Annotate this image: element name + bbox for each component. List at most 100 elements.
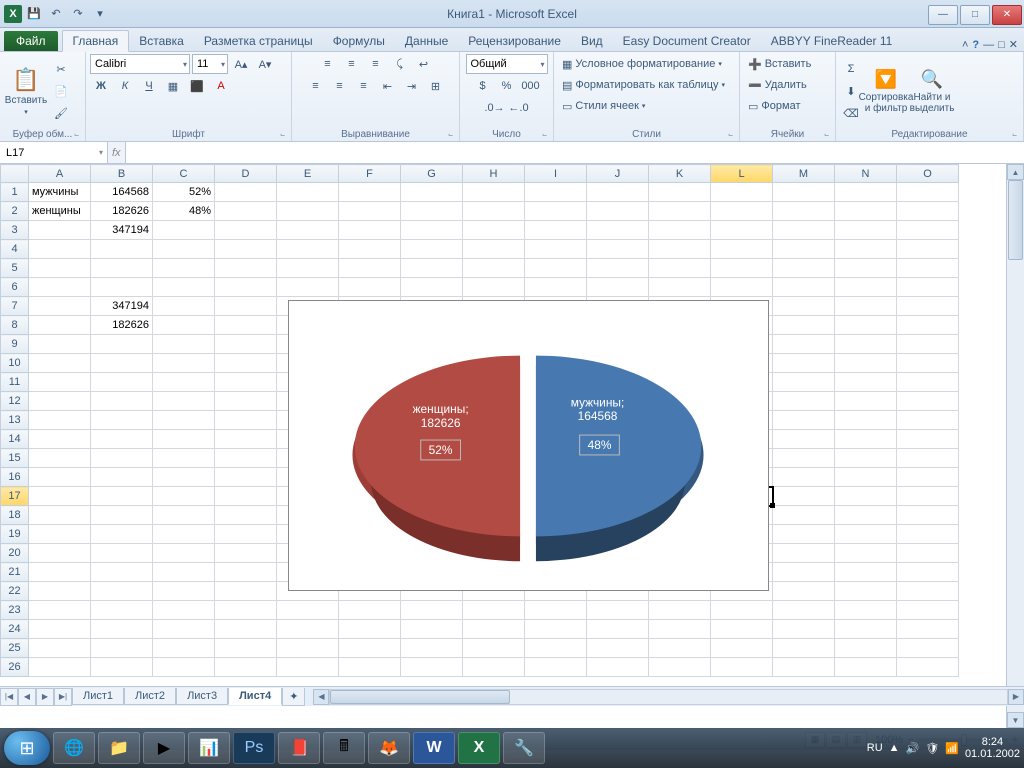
cell-M9[interactable] <box>773 335 835 354</box>
cell-J23[interactable] <box>587 601 649 620</box>
col-header-M[interactable]: M <box>773 165 835 183</box>
cell-B2[interactable]: 182626 <box>91 202 153 221</box>
cell-B10[interactable] <box>91 354 153 373</box>
cell-A7[interactable] <box>29 297 91 316</box>
cell-M19[interactable] <box>773 525 835 544</box>
cell-N15[interactable] <box>835 449 897 468</box>
cell-N25[interactable] <box>835 639 897 658</box>
cell-C8[interactable] <box>153 316 215 335</box>
cell-N21[interactable] <box>835 563 897 582</box>
cell-E24[interactable] <box>277 620 339 639</box>
cell-C13[interactable] <box>153 411 215 430</box>
col-header-K[interactable]: K <box>649 165 711 183</box>
cell-M7[interactable] <box>773 297 835 316</box>
cell-O15[interactable] <box>897 449 959 468</box>
cell-K26[interactable] <box>649 658 711 677</box>
cell-M24[interactable] <box>773 620 835 639</box>
cell-A3[interactable] <box>29 221 91 240</box>
cell-D6[interactable] <box>215 278 277 297</box>
cell-M5[interactable] <box>773 259 835 278</box>
cell-D1[interactable] <box>215 183 277 202</box>
cell-K1[interactable] <box>649 183 711 202</box>
cell-D14[interactable] <box>215 430 277 449</box>
cell-O13[interactable] <box>897 411 959 430</box>
tab-abbyy[interactable]: ABBYY FineReader 11 <box>761 31 903 51</box>
cell-J24[interactable] <box>587 620 649 639</box>
cell-O12[interactable] <box>897 392 959 411</box>
cell-A10[interactable] <box>29 354 91 373</box>
cell-K5[interactable] <box>649 259 711 278</box>
tray-icon-2[interactable]: 🛡 <box>925 742 939 755</box>
cell-A6[interactable] <box>29 278 91 297</box>
fill-color-icon[interactable]: ⬛ <box>186 76 208 96</box>
cell-M16[interactable] <box>773 468 835 487</box>
tray-icon-1[interactable]: 🔊 <box>906 742 920 755</box>
cell-C19[interactable] <box>153 525 215 544</box>
cell-D25[interactable] <box>215 639 277 658</box>
tray-lang[interactable]: RU <box>867 742 883 754</box>
cell-D12[interactable] <box>215 392 277 411</box>
conditional-formatting-button[interactable]: ▦Условное форматирование▾ <box>558 54 726 74</box>
cell-J26[interactable] <box>587 658 649 677</box>
cell-D22[interactable] <box>215 582 277 601</box>
scroll-down-icon[interactable]: ▼ <box>1007 712 1024 728</box>
vscroll-thumb[interactable] <box>1008 180 1023 260</box>
cell-F4[interactable] <box>339 240 401 259</box>
font-color-icon[interactable]: A <box>210 76 232 96</box>
cell-M22[interactable] <box>773 582 835 601</box>
taskbar-app2-icon[interactable]: 📕 <box>278 732 320 764</box>
cell-I2[interactable] <box>525 202 587 221</box>
cell-J3[interactable] <box>587 221 649 240</box>
cell-D9[interactable] <box>215 335 277 354</box>
cell-A13[interactable] <box>29 411 91 430</box>
cell-C26[interactable] <box>153 658 215 677</box>
cell-N14[interactable] <box>835 430 897 449</box>
taskbar-explorer-icon[interactable]: 📁 <box>98 732 140 764</box>
cell-M10[interactable] <box>773 354 835 373</box>
cell-O10[interactable] <box>897 354 959 373</box>
cell-C14[interactable] <box>153 430 215 449</box>
formula-input[interactable] <box>125 142 1024 163</box>
cell-N9[interactable] <box>835 335 897 354</box>
row-header-23[interactable]: 23 <box>1 601 29 620</box>
col-header-E[interactable]: E <box>277 165 339 183</box>
cell-B3[interactable]: 347194 <box>91 221 153 240</box>
col-header-O[interactable]: O <box>897 165 959 183</box>
row-header-1[interactable]: 1 <box>1 183 29 202</box>
tab-nav-prev-icon[interactable]: ◀ <box>18 688 36 706</box>
cell-C10[interactable] <box>153 354 215 373</box>
cell-F3[interactable] <box>339 221 401 240</box>
cell-A12[interactable] <box>29 392 91 411</box>
cell-B4[interactable] <box>91 240 153 259</box>
row-header-21[interactable]: 21 <box>1 563 29 582</box>
cell-K23[interactable] <box>649 601 711 620</box>
cell-D2[interactable] <box>215 202 277 221</box>
cell-L23[interactable] <box>711 601 773 620</box>
cell-D8[interactable] <box>215 316 277 335</box>
row-header-8[interactable]: 8 <box>1 316 29 335</box>
cell-B24[interactable] <box>91 620 153 639</box>
cell-H1[interactable] <box>463 183 525 202</box>
cell-B16[interactable] <box>91 468 153 487</box>
cell-L25[interactable] <box>711 639 773 658</box>
cell-A25[interactable] <box>29 639 91 658</box>
cell-N22[interactable] <box>835 582 897 601</box>
tab-review[interactable]: Рецензирование <box>458 31 571 51</box>
cut-icon[interactable]: ✂ <box>50 59 72 79</box>
cell-H4[interactable] <box>463 240 525 259</box>
cell-E6[interactable] <box>277 278 339 297</box>
cell-H6[interactable] <box>463 278 525 297</box>
cell-N12[interactable] <box>835 392 897 411</box>
scroll-left-icon[interactable]: ◀ <box>313 689 329 705</box>
cell-O23[interactable] <box>897 601 959 620</box>
cell-O3[interactable] <box>897 221 959 240</box>
cell-C3[interactable] <box>153 221 215 240</box>
taskbar-excel-icon[interactable]: X <box>458 732 500 764</box>
col-header-L[interactable]: L <box>711 165 773 183</box>
cell-F5[interactable] <box>339 259 401 278</box>
cell-N8[interactable] <box>835 316 897 335</box>
cell-M12[interactable] <box>773 392 835 411</box>
new-sheet-icon[interactable]: ✦ <box>282 688 305 706</box>
cell-K25[interactable] <box>649 639 711 658</box>
sheet-tab-4[interactable]: Лист4 <box>228 688 282 705</box>
